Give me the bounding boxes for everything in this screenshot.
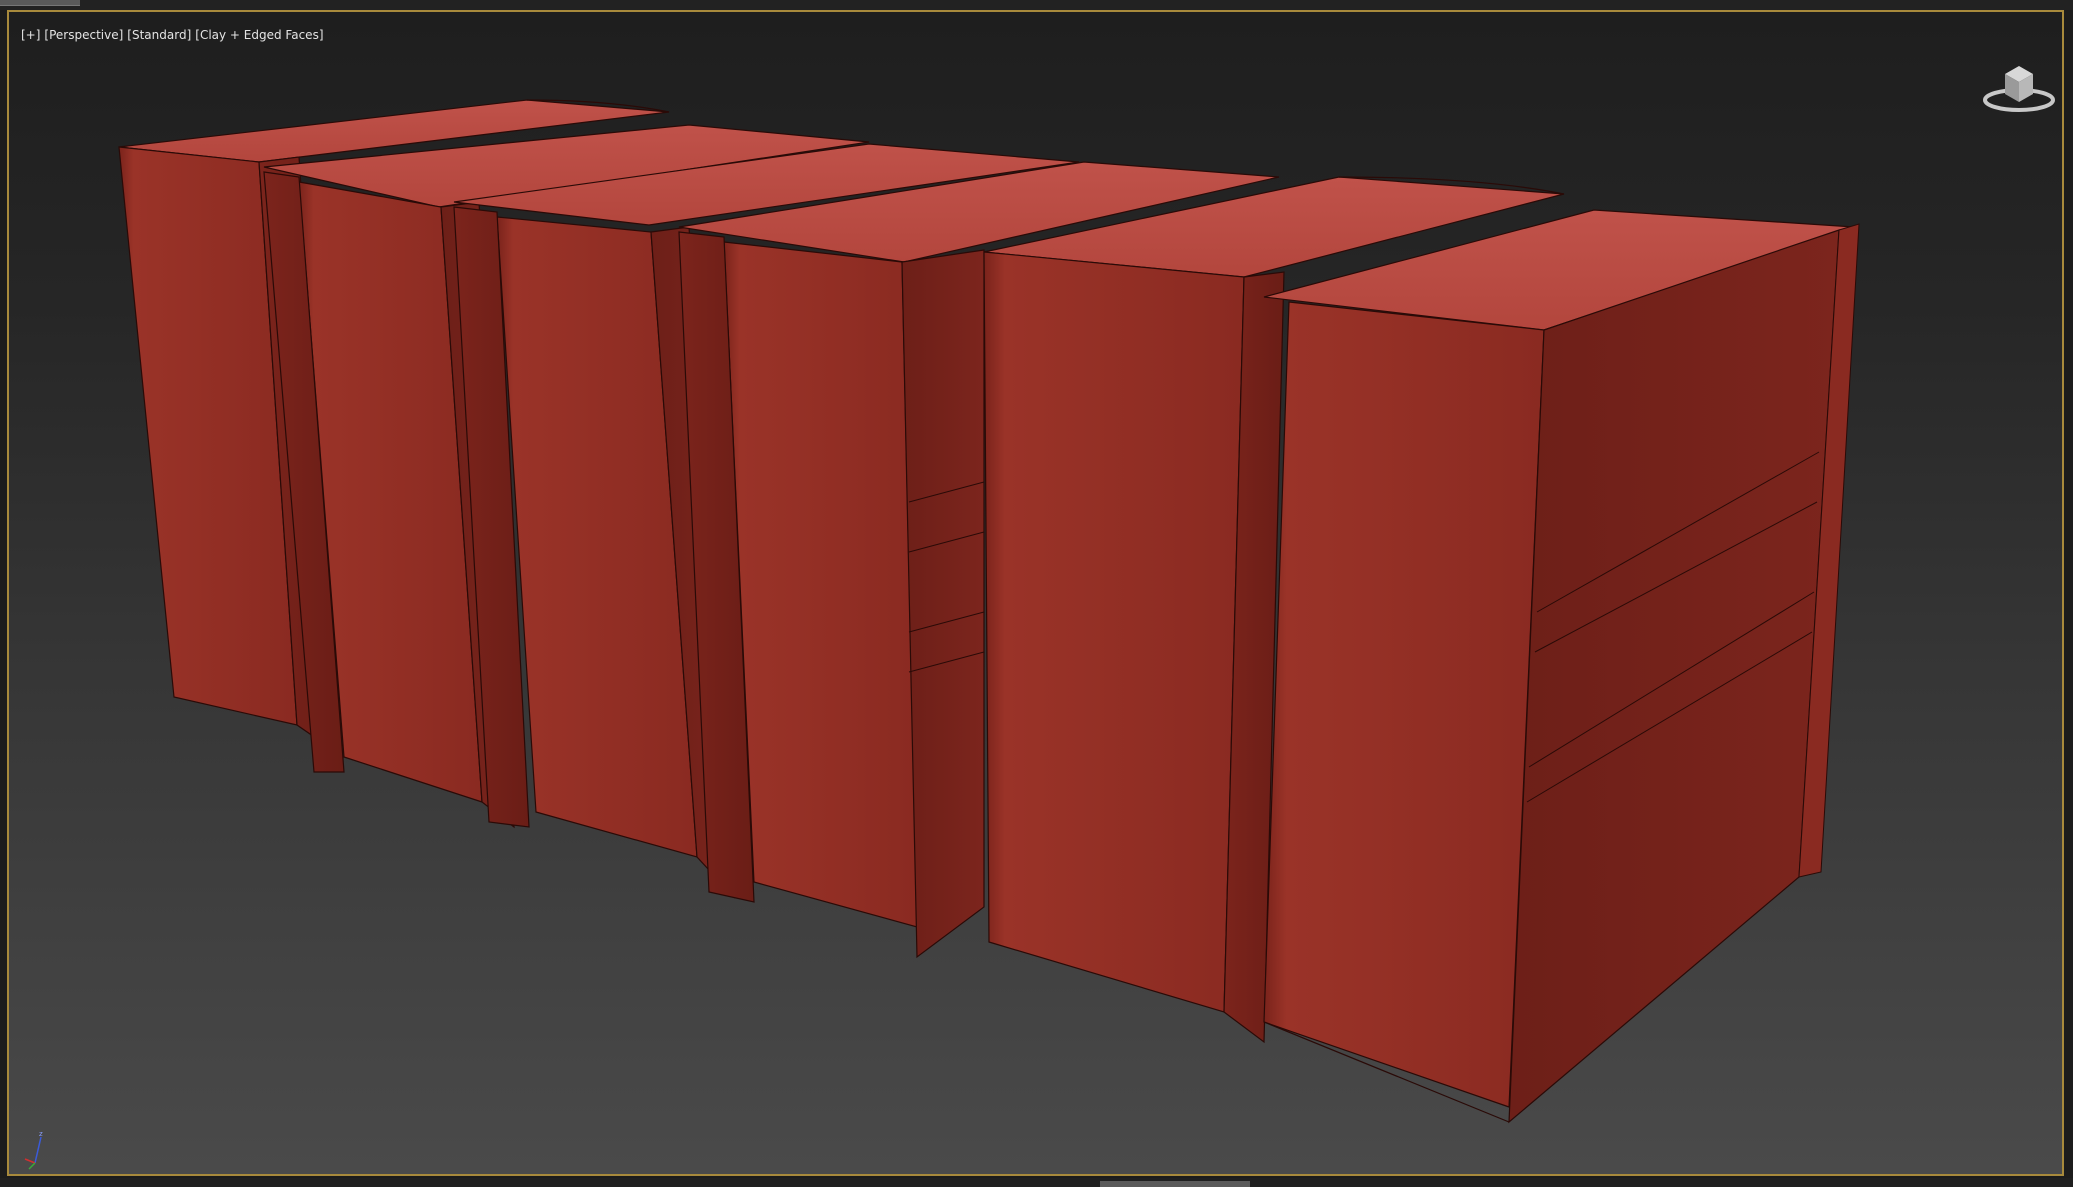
- perspective-viewport[interactable]: [+] [Perspective] [Standard] [Clay + Edg…: [7, 10, 2064, 1176]
- book-6-spine: [1508, 229, 1840, 1124]
- book-6-cover: [1263, 301, 1545, 1108]
- viewcube-icon[interactable]: [1979, 60, 2059, 116]
- viewport-shading-mode[interactable]: [Clay + Edged Faces]: [195, 28, 323, 42]
- viewport-label: [+] [Perspective] [Standard] [Clay + Edg…: [21, 28, 324, 42]
- time-slider-handle[interactable]: [1100, 1181, 1250, 1187]
- svg-text:z: z: [39, 1130, 43, 1138]
- viewport-standard-label[interactable]: [Standard]: [127, 28, 191, 42]
- book-scene[interactable]: [9, 12, 2064, 1176]
- viewport-tab[interactable]: [0, 0, 80, 6]
- viewport-point-of-view[interactable]: [Perspective]: [44, 28, 123, 42]
- book-6[interactable]: [1263, 209, 1860, 1124]
- viewport-bottom-strip: [0, 1178, 2073, 1187]
- viewport-top-strip: [0, 0, 2073, 10]
- book-5-cover: [983, 251, 1245, 1013]
- axis-tripod-icon: z: [24, 1130, 43, 1170]
- viewport-menu-plus[interactable]: [+]: [21, 28, 40, 42]
- book-4-cover: [723, 241, 918, 928]
